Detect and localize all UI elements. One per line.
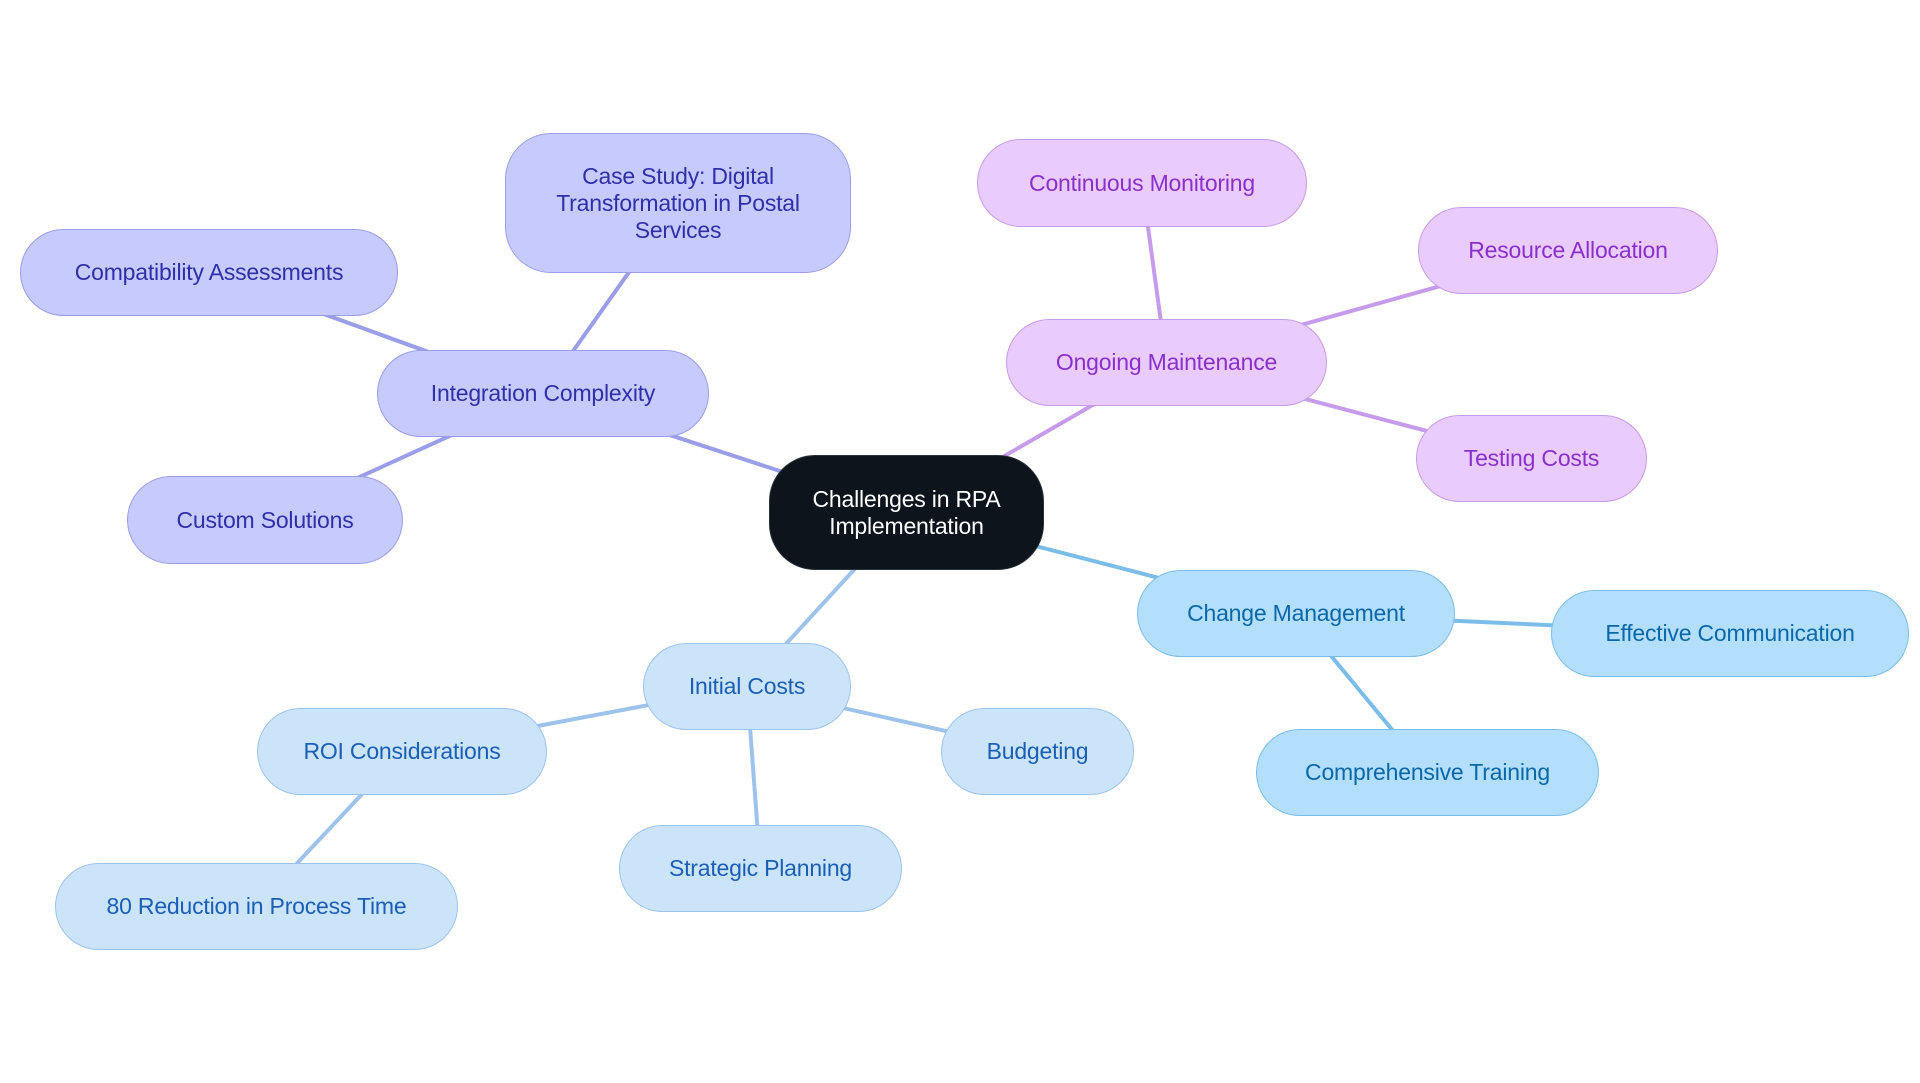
node-label: Strategic Planning xyxy=(668,855,853,881)
node-label: Effective Communication xyxy=(1605,620,1855,646)
node-effective-communication[interactable]: Effective Communication xyxy=(1551,590,1909,677)
node-label: Budgeting xyxy=(986,738,1089,764)
node-change-management[interactable]: Change Management xyxy=(1137,570,1455,657)
root-node[interactable]: Challenges in RPA Implementation xyxy=(769,455,1044,570)
node-roi-considerations[interactable]: ROI Considerations xyxy=(257,708,547,795)
node-label: Resource Allocation xyxy=(1468,237,1668,263)
node-strategic-planning[interactable]: Strategic Planning xyxy=(619,825,902,912)
node-label: Comprehensive Training xyxy=(1305,759,1550,785)
node-label: Compatibility Assessments xyxy=(74,259,344,285)
node-label: Custom Solutions xyxy=(176,506,354,533)
node-continuous-monitoring[interactable]: Continuous Monitoring xyxy=(977,139,1307,227)
node-integration-complexity[interactable]: Integration Complexity xyxy=(377,350,709,437)
node-custom-solutions[interactable]: Custom Solutions xyxy=(127,476,403,564)
node-resource-allocation[interactable]: Resource Allocation xyxy=(1418,207,1718,294)
node-label: 80 Reduction in Process Time xyxy=(106,893,407,919)
node-label: Initial Costs xyxy=(688,673,806,699)
node-comprehensive-training[interactable]: Comprehensive Training xyxy=(1256,729,1599,816)
node-label: Continuous Monitoring xyxy=(1029,169,1255,196)
node-label: Case Study: Digital Transformation in Po… xyxy=(556,162,800,243)
node-case-study[interactable]: Case Study: Digital Transformation in Po… xyxy=(505,133,851,273)
node-label: Ongoing Maintenance xyxy=(1055,349,1278,375)
node-budgeting[interactable]: Budgeting xyxy=(941,708,1134,795)
node-label: ROI Considerations xyxy=(303,738,501,764)
root-node-label: Challenges in RPA Implementation xyxy=(812,485,1001,539)
node-label: Integration Complexity xyxy=(430,380,656,406)
node-label: Testing Costs xyxy=(1463,445,1600,471)
node-label: Change Management xyxy=(1187,600,1405,626)
node-testing-costs[interactable]: Testing Costs xyxy=(1416,415,1647,502)
node-compatibility-assessments[interactable]: Compatibility Assessments xyxy=(20,229,398,316)
node-process-time-reduction[interactable]: 80 Reduction in Process Time xyxy=(55,863,458,950)
node-ongoing-maintenance[interactable]: Ongoing Maintenance xyxy=(1006,319,1327,406)
node-initial-costs[interactable]: Initial Costs xyxy=(643,643,851,730)
